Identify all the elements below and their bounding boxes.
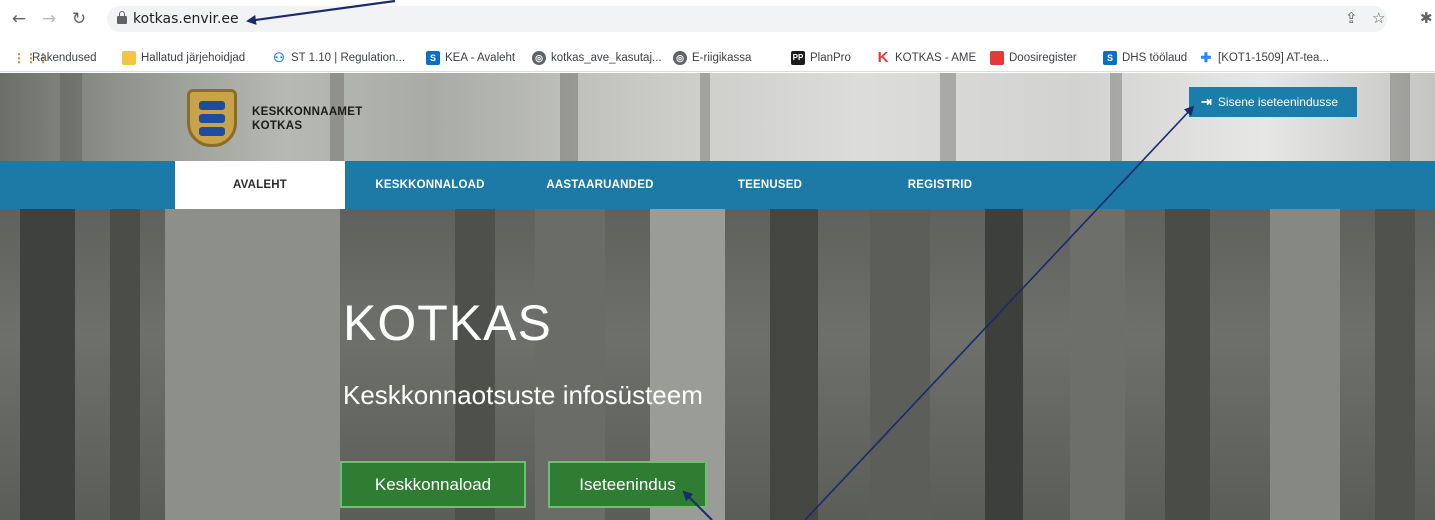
keskkonnaload-button[interactable]: Keskkonnaload bbox=[340, 461, 526, 508]
extension-puzzle-icon[interactable]: ✱ bbox=[1420, 9, 1433, 27]
hero-tree-trunk bbox=[985, 209, 1023, 520]
nav-item-teenused[interactable]: TEENUSED bbox=[685, 161, 855, 209]
login-button[interactable]: ⇥ Sisene iseteenindusse bbox=[1189, 87, 1357, 117]
coat-of-arms-logo[interactable] bbox=[187, 89, 237, 147]
share-icon[interactable]: ⇪ bbox=[1345, 9, 1358, 27]
header-tree-trunk bbox=[940, 73, 956, 161]
iseteenindus-button[interactable]: Iseteenindus bbox=[548, 461, 707, 508]
hero-banner bbox=[0, 209, 1435, 520]
kotkas-k-icon: K bbox=[877, 49, 889, 66]
browser-toolbar: ← → ↻ kotkas.envir.ee ⇪ ☆ ✱ bbox=[0, 0, 1435, 43]
lock-icon[interactable] bbox=[117, 11, 127, 24]
nav-item-registrid[interactable]: REGISTRID bbox=[855, 161, 1025, 209]
bookmark-item[interactable]: ◎ kotkas_ave_kasutaj... bbox=[532, 51, 662, 65]
address-bar[interactable] bbox=[107, 6, 1387, 32]
folder-icon bbox=[122, 51, 136, 65]
nav-item-aastaaruanded[interactable]: AASTAARUANDED bbox=[515, 161, 685, 209]
bookmark-item[interactable]: PP PlanPro bbox=[791, 51, 851, 65]
header-tree-trunk bbox=[1390, 73, 1410, 161]
sharepoint-icon: S bbox=[1103, 51, 1117, 65]
bookmark-item[interactable]: Doosiregister bbox=[990, 51, 1077, 65]
bookmark-item[interactable]: ⚇ ST 1.10 | Regulation... bbox=[272, 51, 405, 65]
globe-icon: ◎ bbox=[673, 51, 687, 65]
bookmark-item[interactable]: K KOTKAS - AME bbox=[876, 49, 977, 66]
reload-icon[interactable]: ↻ bbox=[68, 8, 90, 30]
hero-tree-trunk bbox=[1375, 209, 1415, 520]
main-navigation: AVALEHT KESKKONNALOAD AASTAARUANDED TEEN… bbox=[0, 161, 1435, 209]
bookmark-item[interactable]: S KEA - Avaleht bbox=[426, 51, 515, 65]
bookmark-item[interactable]: ✚ [KOT1-1509] AT-tea... bbox=[1199, 51, 1329, 65]
forward-arrow-icon[interactable]: → bbox=[38, 8, 60, 30]
url-text[interactable]: kotkas.envir.ee bbox=[133, 11, 239, 27]
hero-tree-trunk bbox=[1270, 209, 1340, 520]
bookmarks-bar: ⋮⋮⋮ Rakendused Hallatud järjehoidjad ⚇ ST … bbox=[0, 43, 1435, 72]
logo-agency-name[interactable]: KESKKONNAAMET bbox=[252, 106, 363, 118]
bookmark-item[interactable]: ◎ E-riigikassa bbox=[673, 51, 751, 65]
doosi-icon bbox=[990, 51, 1004, 65]
confluence-icon: ⚇ bbox=[273, 50, 285, 65]
hero-subtitle: Keskkonnaotsuste infosüsteem bbox=[343, 380, 703, 410]
hero-title: KOTKAS bbox=[343, 295, 552, 351]
bookmark-star-icon[interactable]: ☆ bbox=[1372, 9, 1385, 27]
bookmark-item[interactable]: Hallatud järjehoidjad bbox=[122, 51, 245, 65]
bookmark-item[interactable]: ⋮⋮⋮ Rakendused bbox=[13, 51, 97, 65]
globe-icon: ◎ bbox=[532, 51, 546, 65]
header-tree-trunk bbox=[560, 73, 578, 161]
bookmark-item[interactable]: S DHS töölaud bbox=[1103, 51, 1187, 65]
back-arrow-icon[interactable]: ← bbox=[8, 8, 30, 30]
header-tree-trunk bbox=[1110, 73, 1122, 161]
nav-item-avaleht[interactable]: AVALEHT bbox=[175, 161, 345, 209]
planpro-icon: PP bbox=[791, 51, 805, 65]
hero-tree-trunk bbox=[165, 209, 340, 520]
hero-tree-trunk bbox=[870, 209, 930, 520]
logo-system-name[interactable]: KOTKAS bbox=[252, 120, 302, 132]
hero-tree-trunk bbox=[20, 209, 75, 520]
apps-grid-icon: ⋮⋮⋮ bbox=[13, 51, 49, 65]
sign-in-icon: ⇥ bbox=[1201, 94, 1212, 109]
nav-item-keskkonnaload[interactable]: KESKKONNALOAD bbox=[345, 161, 515, 209]
header-tree-trunk bbox=[60, 73, 82, 161]
hero-tree-trunk bbox=[1070, 209, 1125, 520]
hero-tree-trunk bbox=[1165, 209, 1210, 520]
hero-tree-trunk bbox=[770, 209, 818, 520]
jira-icon: ✚ bbox=[1200, 50, 1212, 65]
hero-tree-trunk bbox=[110, 209, 140, 520]
header-tree-trunk bbox=[700, 73, 710, 161]
sharepoint-icon: S bbox=[426, 51, 440, 65]
